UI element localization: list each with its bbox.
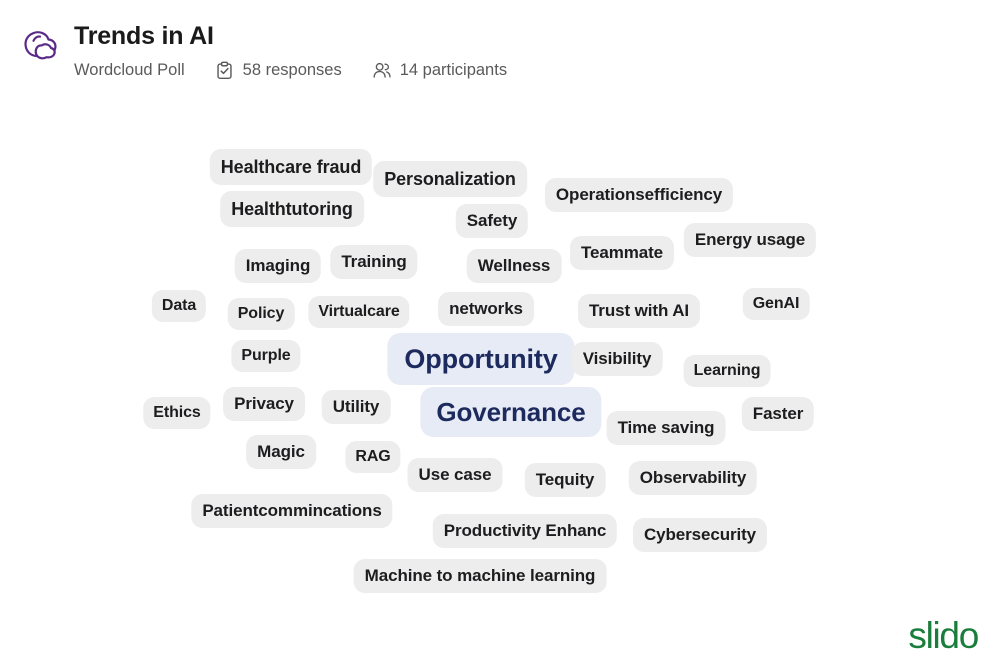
wordcloud-word[interactable]: Learning [683,355,771,387]
wordcloud-word[interactable]: Privacy [223,387,305,421]
wordcloud-word[interactable]: Utility [321,390,391,424]
wordcloud-word[interactable]: Opportunity [387,333,575,385]
wordcloud-word[interactable]: Personalization [373,161,527,197]
wordcloud-word[interactable]: networks [438,292,534,326]
wordcloud-word[interactable]: Healthtutoring [220,191,364,227]
wordcloud-word[interactable]: Policy [227,298,295,330]
slido-wordmark: slido [908,614,979,656]
slido-logo: slido [908,614,979,656]
wordcloud-word[interactable]: Machine to machine learning [353,559,607,593]
wordcloud-word[interactable]: Visibility [571,342,663,376]
wordcloud-word[interactable]: Energy usage [683,223,817,257]
wordcloud-word[interactable]: Use case [407,458,503,492]
wordcloud-word[interactable]: Wellness [466,249,562,283]
wordcloud-word[interactable]: Patientcommincations [191,494,393,528]
wordcloud-word[interactable]: Training [330,245,418,279]
wordcloud-word[interactable]: Tequity [524,463,606,497]
wordcloud-word[interactable]: RAG [345,441,401,473]
wordcloud-word[interactable]: Safety [455,204,529,238]
wordcloud-word[interactable]: Faster [741,397,815,431]
wordcloud-word[interactable]: Magic [246,435,316,469]
wordcloud-word[interactable]: Purple [231,340,301,372]
wordcloud-word[interactable]: GenAI [742,288,810,320]
wordcloud-word[interactable]: Ethics [143,397,211,429]
wordcloud-word[interactable]: Trust with AI [577,294,701,328]
wordcloud-word[interactable]: Healthcare fraud [209,149,373,185]
wordcloud-word[interactable]: Operationsefficiency [544,178,734,212]
wordcloud-word[interactable]: Virtualcare [308,296,410,328]
wordcloud-word[interactable]: Time saving [606,411,726,445]
wordcloud-word[interactable]: Data [151,290,207,322]
wordcloud-word[interactable]: Cybersecurity [632,518,768,552]
wordcloud-canvas: Healthcare fraud Personalization Operation… [0,0,1000,669]
wordcloud-word[interactable]: Imaging [234,249,322,283]
wordcloud-word[interactable]: Teammate [569,236,675,270]
wordcloud-word[interactable]: Governance [420,387,602,437]
wordcloud-word[interactable]: Productivity Enhanc [432,514,618,548]
wordcloud-word[interactable]: Observability [628,461,758,495]
